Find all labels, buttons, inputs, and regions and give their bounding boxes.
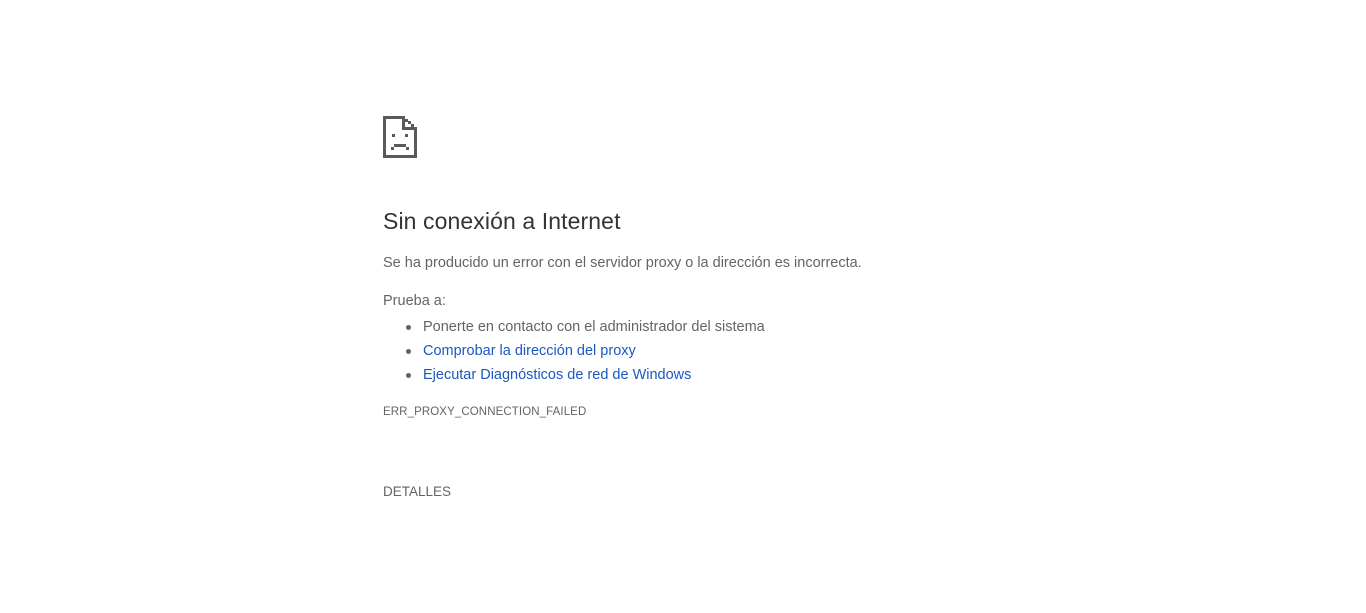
bullet-icon bbox=[406, 349, 411, 354]
suggestions-heading: Prueba a: bbox=[383, 293, 446, 309]
error-title: Sin conexión a Internet bbox=[383, 208, 621, 234]
error-page: Sin conexión a Internet Se ha producido … bbox=[0, 0, 1366, 613]
suggestion-item: Comprobar la dirección del proxy bbox=[383, 339, 983, 363]
check-proxy-link[interactable]: Comprobar la dirección del proxy bbox=[423, 343, 636, 359]
bullet-icon bbox=[406, 325, 411, 330]
error-code: ERR_PROXY_CONNECTION_FAILED bbox=[383, 406, 587, 418]
bullet-icon bbox=[406, 373, 411, 378]
suggestion-item: Ejecutar Diagnósticos de red de Windows bbox=[383, 363, 983, 387]
run-diagnostics-link[interactable]: Ejecutar Diagnósticos de red de Windows bbox=[423, 367, 691, 383]
suggestions-list: Ponerte en contacto con el administrador… bbox=[383, 315, 983, 387]
error-content: Sin conexión a Internet Se ha producido … bbox=[383, 116, 983, 501]
sad-document-icon bbox=[383, 116, 417, 158]
details-button[interactable]: DETALLES bbox=[383, 484, 451, 499]
suggestion-contact-admin: Ponerte en contacto con el administrador… bbox=[423, 319, 765, 335]
suggestion-item: Ponerte en contacto con el administrador… bbox=[383, 315, 983, 339]
error-description: Se ha producido un error con el servidor… bbox=[383, 255, 862, 271]
